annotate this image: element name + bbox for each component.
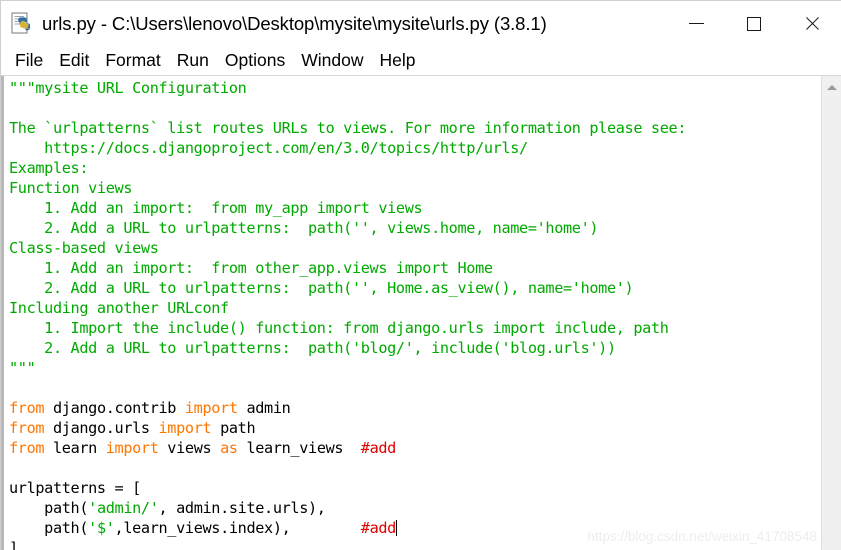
code-token-kw: import [105, 439, 159, 457]
code-line: from django.contrib import admin [9, 398, 821, 418]
code-token-com: #add [360, 519, 397, 537]
code-token-doc: Examples: [9, 159, 89, 177]
code-line: path('$',learn_views.index), #add [9, 518, 821, 538]
code-line: 1. Add an import: from other_app.views i… [9, 258, 821, 278]
code-line: ​ [9, 98, 821, 118]
code-token-doc: """mysite URL Configuration [9, 79, 247, 97]
code-token-doc: Class-based views [9, 239, 159, 257]
window-title: urls.py - C:\Users\lenovo\Desktop\mysite… [42, 12, 547, 34]
code-line: ​ [9, 458, 821, 478]
code-token-pln: urlpatterns = [ [9, 479, 141, 497]
code-token-doc: The `urlpatterns` list routes URLs to vi… [9, 119, 687, 137]
source-code: """mysite URL Configuration​The `urlpatt… [9, 78, 821, 550]
code-line: ] [9, 538, 821, 550]
menu-item-edit[interactable]: Edit [51, 50, 97, 71]
code-token-kw: from [9, 399, 45, 417]
code-line: Including another URLconf [9, 298, 821, 318]
code-token-com: #add [360, 439, 397, 457]
menu-bar: File Edit Format Run Options Window Help [1, 46, 841, 76]
code-token-kw: as [220, 439, 238, 457]
menu-item-run[interactable]: Run [169, 50, 217, 71]
code-token-doc: https://docs.djangoproject.com/en/3.0/to… [9, 139, 528, 157]
code-line: """ [9, 358, 821, 378]
code-token-pln: admin [237, 399, 291, 417]
code-line: from django.urls import path [9, 418, 821, 438]
menu-item-options[interactable]: Options [217, 50, 293, 71]
code-token-kw: import [184, 399, 238, 417]
code-line: https://docs.djangoproject.com/en/3.0/to… [9, 138, 821, 158]
maximize-button[interactable] [725, 1, 783, 46]
code-token-pln: learn_views [237, 439, 361, 457]
scroll-up-arrow-button[interactable] [822, 76, 841, 98]
code-token-pln: learn [44, 439, 106, 457]
editor-area: """mysite URL Configuration​The `urlpatt… [1, 76, 841, 550]
menu-item-window[interactable]: Window [293, 50, 371, 71]
close-icon [804, 15, 821, 32]
code-token-kw: import [158, 419, 212, 437]
code-token-pln: views [158, 439, 221, 457]
menu-item-format[interactable]: Format [97, 50, 168, 71]
code-token-doc: 2. Add a URL to urlpatterns: path('blog/… [9, 339, 616, 357]
minimize-icon [688, 23, 704, 24]
code-line: Function views [9, 178, 821, 198]
code-token-doc: 1. Add an import: from other_app.views i… [9, 259, 493, 277]
code-token-kw: from [9, 419, 45, 437]
minimize-button[interactable] [667, 1, 725, 46]
close-button[interactable] [783, 1, 841, 46]
code-token-pln: ] [9, 539, 18, 550]
menu-item-help[interactable]: Help [371, 50, 423, 71]
code-line: The `urlpatterns` list routes URLs to vi… [9, 118, 821, 138]
code-line: ​ [9, 378, 821, 398]
code-line: 1. Import the include() function: from d… [9, 318, 821, 338]
idle-editor-window: urls.py - C:\Users\lenovo\Desktop\mysite… [0, 0, 841, 550]
code-token-pln: path [211, 419, 256, 437]
code-text-area[interactable]: """mysite URL Configuration​The `urlpatt… [1, 76, 821, 550]
chevron-up-icon [826, 84, 837, 90]
code-token-str: 'admin/' [88, 499, 159, 517]
code-line: urlpatterns = [ [9, 478, 821, 498]
menu-item-file[interactable]: File [7, 50, 51, 71]
python-file-icon [9, 11, 35, 37]
maximize-icon [747, 16, 761, 31]
code-token-pln: django.contrib [44, 399, 185, 417]
code-line: from learn import views as learn_views #… [9, 438, 821, 458]
title-bar: urls.py - C:\Users\lenovo\Desktop\mysite… [1, 1, 841, 46]
code-token-pln: path( [9, 519, 89, 537]
code-line: path('admin/', admin.site.urls), [9, 498, 821, 518]
code-token-pln: ,learn_views.index), [114, 519, 361, 537]
code-line: 1. Add an import: from my_app import vie… [9, 198, 821, 218]
code-token-doc: 1. Import the include() function: from d… [9, 319, 669, 337]
code-line: 2. Add a URL to urlpatterns: path('blog/… [9, 338, 821, 358]
code-token-doc: 2. Add a URL to urlpatterns: path('', Ho… [9, 279, 634, 297]
code-line: 2. Add a URL to urlpatterns: path('', vi… [9, 218, 821, 238]
code-line: 2. Add a URL to urlpatterns: path('', Ho… [9, 278, 821, 298]
code-token-doc: 1. Add an import: from my_app import vie… [9, 199, 423, 217]
text-cursor [395, 520, 397, 536]
code-token-doc: Function views [9, 179, 133, 197]
code-token-doc: """ [9, 359, 36, 377]
code-token-kw: from [9, 439, 45, 457]
window-controls [667, 1, 841, 46]
code-token-pln: django.urls [44, 419, 159, 437]
code-line: Examples: [9, 158, 821, 178]
code-token-pln: path( [9, 499, 89, 517]
code-line: Class-based views [9, 238, 821, 258]
code-token-pln: , admin.site.urls), [158, 499, 326, 517]
code-token-str: '$' [88, 519, 115, 537]
vertical-scrollbar[interactable] [821, 76, 841, 550]
code-token-doc: 2. Add a URL to urlpatterns: path('', vi… [9, 219, 599, 237]
code-token-doc: Including another URLconf [9, 299, 229, 317]
code-line: """mysite URL Configuration [9, 78, 821, 98]
